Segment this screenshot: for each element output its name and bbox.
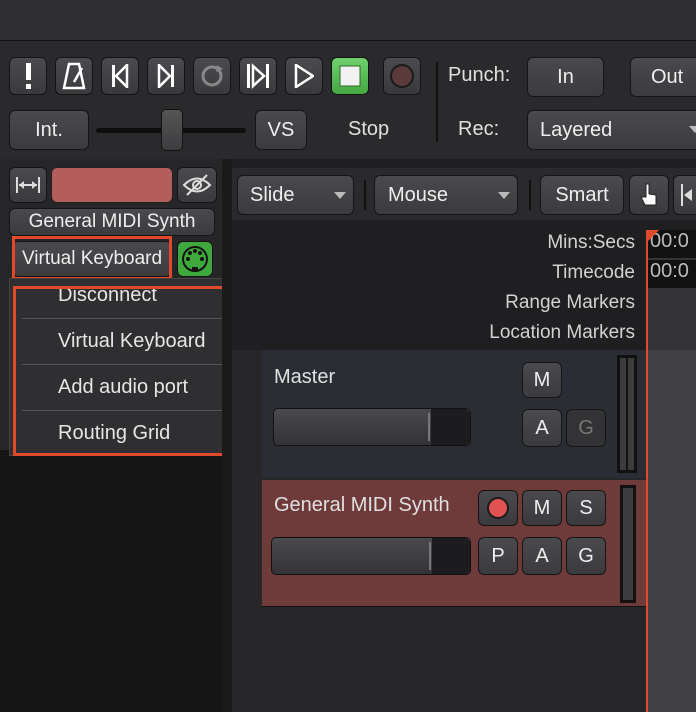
midi-solo-button[interactable]: S bbox=[566, 490, 606, 526]
midi-input-enable-button[interactable] bbox=[177, 241, 213, 277]
midi-port-icon bbox=[182, 246, 208, 272]
midi-meter bbox=[620, 485, 636, 603]
play-range-icon bbox=[247, 63, 269, 89]
midi-mute-button[interactable]: M bbox=[522, 490, 562, 526]
master-fader[interactable] bbox=[273, 408, 471, 446]
midi-automation-button[interactable]: A bbox=[522, 537, 562, 575]
record-button[interactable] bbox=[383, 57, 421, 95]
loop-icon bbox=[201, 65, 223, 87]
fader-knob[interactable] bbox=[429, 542, 431, 570]
master-automation-button[interactable]: A bbox=[522, 409, 562, 447]
master-group-button[interactable]: G bbox=[566, 409, 606, 447]
skip-end-icon bbox=[157, 64, 174, 88]
grab-tool-button[interactable] bbox=[629, 175, 669, 215]
ruler-label-mins-secs: Mins:Secs bbox=[547, 232, 635, 253]
edit-mode-dropdown[interactable]: Slide bbox=[237, 175, 354, 215]
rec-mode-value: Layered bbox=[540, 118, 613, 141]
goto-start-button[interactable] bbox=[101, 57, 139, 95]
record-icon bbox=[487, 497, 509, 519]
range-tool-icon bbox=[681, 184, 692, 206]
pointer-mode-dropdown[interactable]: Mouse bbox=[374, 175, 518, 215]
chevron-down-icon bbox=[334, 192, 346, 199]
punch-in-button[interactable]: In bbox=[527, 57, 604, 97]
punch-label: Punch: bbox=[448, 64, 511, 86]
strip-color-bar[interactable] bbox=[51, 167, 173, 203]
eye-hidden-icon bbox=[182, 174, 212, 196]
track-divider bbox=[262, 606, 646, 607]
midi-fader[interactable] bbox=[271, 537, 471, 575]
play-icon bbox=[294, 64, 314, 88]
loop-button[interactable] bbox=[193, 57, 231, 95]
strip-name-button[interactable]: General MIDI Synth bbox=[9, 208, 215, 236]
fader-empty bbox=[431, 409, 470, 445]
master-meter bbox=[617, 355, 637, 473]
ruler-value: 00:0 bbox=[650, 260, 689, 282]
smart-mode-button[interactable]: Smart bbox=[540, 175, 624, 215]
midi-track-name: General MIDI Synth bbox=[274, 494, 450, 516]
fader-knob[interactable] bbox=[428, 413, 430, 441]
input-button-highlight bbox=[12, 236, 172, 280]
ruler-label-location-markers: Location Markers bbox=[489, 322, 635, 343]
ruler-timecode-value: 00:0 bbox=[647, 260, 696, 288]
fader-empty bbox=[432, 538, 470, 574]
stop-icon bbox=[339, 65, 361, 87]
metronome-button[interactable] bbox=[55, 57, 93, 95]
transport-state: Stop bbox=[348, 118, 390, 140]
strip-width-button[interactable] bbox=[9, 167, 47, 203]
midi-rec-enable-button[interactable] bbox=[478, 490, 518, 526]
toolbar-divider bbox=[364, 180, 366, 210]
menu-bar bbox=[0, 0, 696, 41]
pane-divider[interactable] bbox=[222, 159, 232, 712]
track-canvas bbox=[648, 350, 696, 712]
master-mute-button[interactable]: M bbox=[522, 362, 562, 398]
master-track-name: Master bbox=[274, 366, 336, 388]
hand-pointer-icon bbox=[640, 183, 657, 206]
toolbar-divider bbox=[529, 180, 531, 210]
goto-end-button[interactable] bbox=[147, 57, 185, 95]
punch-out-button[interactable]: Out bbox=[630, 57, 696, 97]
record-icon bbox=[390, 64, 414, 88]
chevron-down-icon bbox=[689, 126, 696, 133]
stop-button[interactable] bbox=[331, 57, 369, 95]
metronome-icon bbox=[62, 62, 86, 90]
toolbar-divider bbox=[436, 62, 438, 142]
pointer-mode-value: Mouse bbox=[388, 183, 449, 206]
midi-group-button[interactable]: G bbox=[566, 537, 606, 575]
skip-start-icon bbox=[112, 64, 129, 88]
mixer-strip-lower bbox=[0, 450, 222, 712]
shuttle-slider-knob[interactable] bbox=[161, 109, 183, 151]
range-tool-button[interactable] bbox=[673, 175, 696, 215]
hide-strip-button[interactable] bbox=[177, 167, 217, 203]
chevron-down-icon bbox=[498, 192, 510, 199]
rec-label: Rec: bbox=[458, 118, 500, 140]
edit-mode-value: Slide bbox=[250, 183, 295, 206]
panic-button[interactable] bbox=[9, 57, 47, 95]
play-range-button[interactable] bbox=[239, 57, 277, 95]
playhead-marker[interactable] bbox=[647, 230, 659, 242]
ruler-label-range-markers: Range Markers bbox=[505, 292, 635, 313]
exclamation-icon bbox=[26, 63, 31, 89]
sync-int-button[interactable]: Int. bbox=[9, 110, 89, 150]
rec-mode-dropdown[interactable]: Layered bbox=[527, 110, 696, 150]
play-button[interactable] bbox=[285, 57, 323, 95]
vs-button[interactable]: VS bbox=[255, 110, 307, 150]
midi-playlist-button[interactable]: P bbox=[478, 537, 518, 575]
width-arrows-icon bbox=[16, 177, 40, 193]
ruler-label-timecode: Timecode bbox=[552, 262, 635, 283]
